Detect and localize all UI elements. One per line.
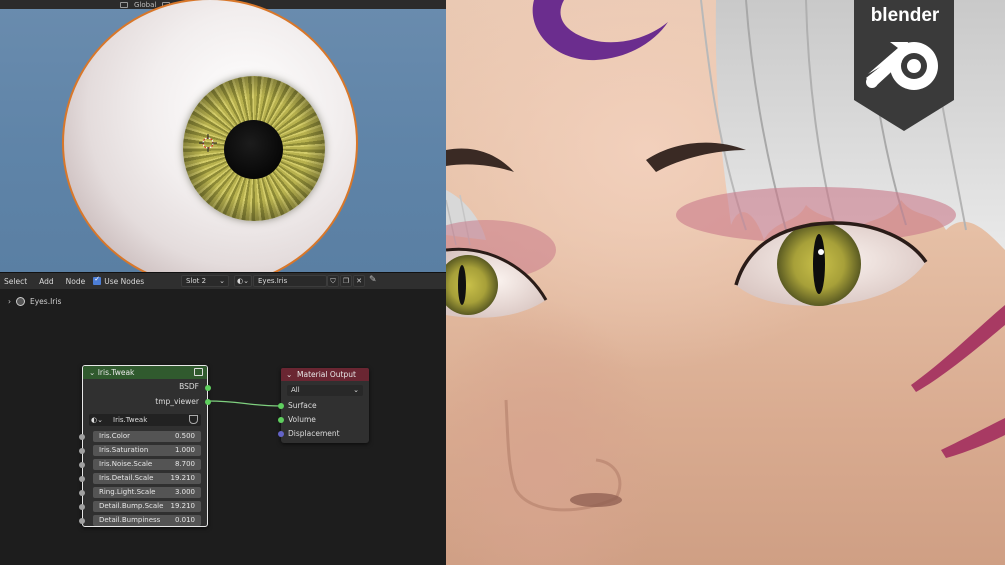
menu-node[interactable]: Node <box>66 277 86 286</box>
input-socket[interactable] <box>79 490 85 496</box>
3d-cursor-icon[interactable] <box>199 134 217 152</box>
param-ring-light-scale[interactable]: Ring.Light.Scale 3.000 <box>93 487 201 498</box>
fake-user-button[interactable]: ⛉ <box>327 275 339 287</box>
output-tmp-viewer-label: tmp_viewer <box>155 397 199 406</box>
param-label: Iris.Saturation <box>99 446 149 454</box>
render-preview: blender <box>446 0 1005 565</box>
param-label: Iris.Detail.Scale <box>99 474 154 482</box>
input-displacement-socket[interactable] <box>278 431 284 437</box>
param-iris-color[interactable]: Iris.Color 0.500 <box>93 431 201 442</box>
param-value: 3.000 <box>174 488 195 496</box>
material-slot-dropdown[interactable]: Slot 2 ⌄ <box>181 275 229 287</box>
node-header[interactable]: ⌄ Material Output <box>281 368 369 381</box>
close-icon: ✕ <box>356 277 362 285</box>
node-group-selector[interactable]: ◐⌄ Iris.Tweak <box>89 414 201 426</box>
collapse-chevron-icon[interactable]: ⌄ <box>89 368 95 377</box>
input-socket[interactable] <box>79 434 85 440</box>
node-group-name[interactable]: Iris.Tweak <box>113 414 147 426</box>
material-icon <box>16 297 25 306</box>
node-header[interactable]: ⌄ Iris.Tweak <box>83 366 207 379</box>
input-volume-socket[interactable] <box>278 417 284 423</box>
param-value: 1.000 <box>174 446 195 454</box>
input-socket[interactable] <box>79 504 85 510</box>
param-value: 19.210 <box>170 474 196 482</box>
transform-orientation-icon[interactable] <box>120 1 128 8</box>
unlink-material-button[interactable]: ✕ <box>353 275 365 287</box>
shield-icon[interactable] <box>189 415 198 424</box>
browse-material-button[interactable]: ◐⌄ <box>234 275 252 287</box>
crescent-mark <box>532 0 668 61</box>
param-label: Ring.Light.Scale <box>99 488 156 496</box>
shield-icon: ⛉ <box>330 277 336 285</box>
param-label: Detail.Bumpiness <box>99 516 161 524</box>
copy-icon: ❐ <box>342 277 350 285</box>
shader-node-editor[interactable]: Select Add Node Use Nodes Slot 2 ⌄ ◐⌄ Ey… <box>0 272 446 565</box>
3d-viewport[interactable]: Global <box>0 0 446 272</box>
left-eyebrow <box>446 148 514 172</box>
material-output-node[interactable]: ⌄ Material Output All ⌄ Surface Volume D… <box>278 368 369 443</box>
iris-tweak-node[interactable]: ⌄ Iris.Tweak BSDF tmp_viewer ◐⌄ Iris.Twe… <box>79 365 211 527</box>
param-detail-bump-scale[interactable]: Detail.Bump.Scale 19.210 <box>93 501 201 512</box>
param-value: 8.700 <box>174 460 195 468</box>
checkbox-icon <box>93 275 102 285</box>
input-surface-label: Surface <box>288 401 317 410</box>
chevron-down-icon: ⌄ <box>219 277 225 285</box>
output-target-dropdown[interactable]: All ⌄ <box>287 385 363 396</box>
pin-icon[interactable]: ✎ <box>369 275 377 285</box>
material-sphere-icon: ◐⌄ <box>237 277 249 285</box>
use-nodes-checkbox[interactable]: Use Nodes <box>93 275 145 286</box>
input-surface-socket[interactable] <box>278 403 284 409</box>
node-group-icon[interactable] <box>194 368 203 376</box>
param-value: 0.010 <box>174 516 195 524</box>
transform-orientation-label[interactable]: Global <box>134 1 156 9</box>
node-title: Iris.Tweak <box>97 368 135 377</box>
chevron-down-icon: ⌄ <box>353 386 359 394</box>
menu-add[interactable]: Add <box>39 277 54 286</box>
material-name-field[interactable]: Eyes.Iris <box>253 275 327 287</box>
nostril <box>570 493 622 507</box>
menu-select[interactable]: Select <box>4 277 27 286</box>
output-bsdf-label: BSDF <box>179 382 199 391</box>
cheek-stripe-1 <box>911 305 1005 392</box>
duplicate-material-button[interactable]: ❐ <box>340 275 352 287</box>
input-socket[interactable] <box>79 518 85 524</box>
output-tmp-viewer-socket[interactable] <box>205 399 211 405</box>
output-bsdf-socket[interactable] <box>205 385 211 391</box>
breadcrumb-material: Eyes.Iris <box>30 297 62 306</box>
node-editor-header: Select Add Node Use Nodes Slot 2 ⌄ ◐⌄ Ey… <box>0 273 446 289</box>
param-iris-detail-scale[interactable]: Iris.Detail.Scale 19.210 <box>93 473 201 484</box>
input-socket[interactable] <box>79 476 85 482</box>
link-tmp-viewer-to-surface <box>207 400 282 407</box>
cheek-stripe-2 <box>941 418 1005 458</box>
input-volume-label: Volume <box>288 415 316 424</box>
chevron-right-icon[interactable]: › <box>8 297 11 306</box>
node-title: Material Output <box>297 370 356 379</box>
blender-logo-icon <box>866 42 938 90</box>
param-iris-noise-scale[interactable]: Iris.Noise.Scale 8.700 <box>93 459 201 470</box>
output-target-label: All <box>291 386 300 394</box>
param-label: Iris.Noise.Scale <box>99 460 153 468</box>
breadcrumb: › Eyes.Iris <box>8 297 61 306</box>
slot-label: Slot 2 <box>186 277 207 285</box>
input-displacement-label: Displacement <box>288 429 340 438</box>
param-value: 19.210 <box>170 502 196 510</box>
param-label: Iris.Color <box>99 432 131 440</box>
input-socket[interactable] <box>79 462 85 468</box>
param-detail-bumpiness[interactable]: Detail.Bumpiness 0.010 <box>93 515 201 526</box>
node-links <box>207 400 282 407</box>
use-nodes-label: Use Nodes <box>104 277 145 286</box>
node-tree-icon[interactable]: ◐⌄ <box>91 414 103 426</box>
param-iris-saturation[interactable]: Iris.Saturation 1.000 <box>93 445 201 456</box>
logo-text: blender <box>870 5 940 26</box>
param-label: Detail.Bump.Scale <box>99 502 164 510</box>
collapse-chevron-icon[interactable]: ⌄ <box>286 368 292 381</box>
param-value: 0.500 <box>174 432 195 440</box>
input-socket[interactable] <box>79 448 85 454</box>
pupil <box>224 120 283 179</box>
